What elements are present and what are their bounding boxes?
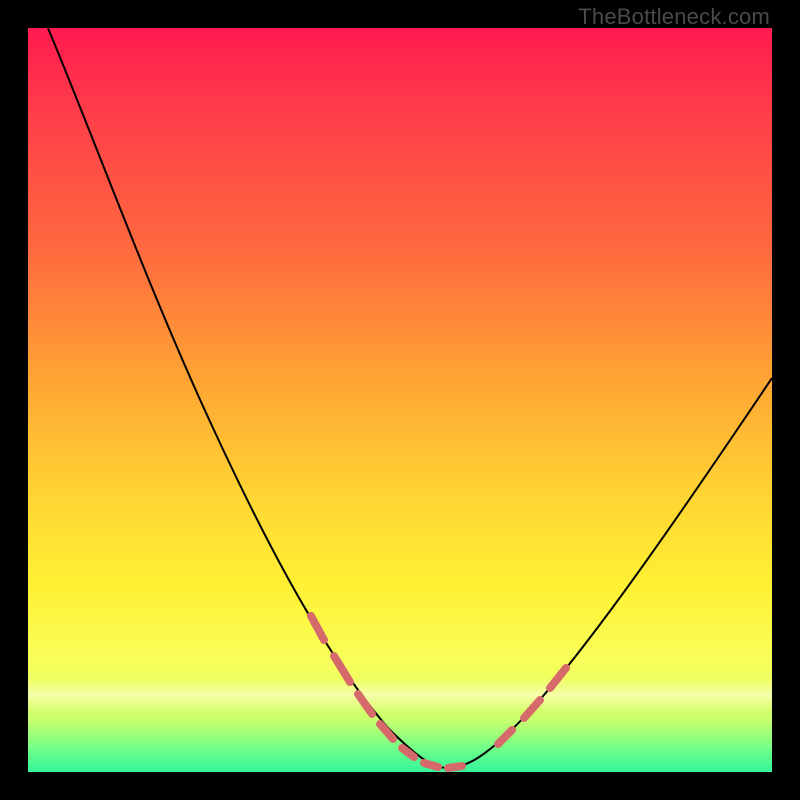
bottleneck-curve [48, 28, 772, 768]
curve-svg [28, 28, 772, 772]
highlight-right [498, 668, 566, 744]
highlight-left [311, 616, 462, 768]
watermark-text: TheBottleneck.com [578, 4, 770, 30]
plot-area [28, 28, 772, 772]
chart-frame: TheBottleneck.com [0, 0, 800, 800]
